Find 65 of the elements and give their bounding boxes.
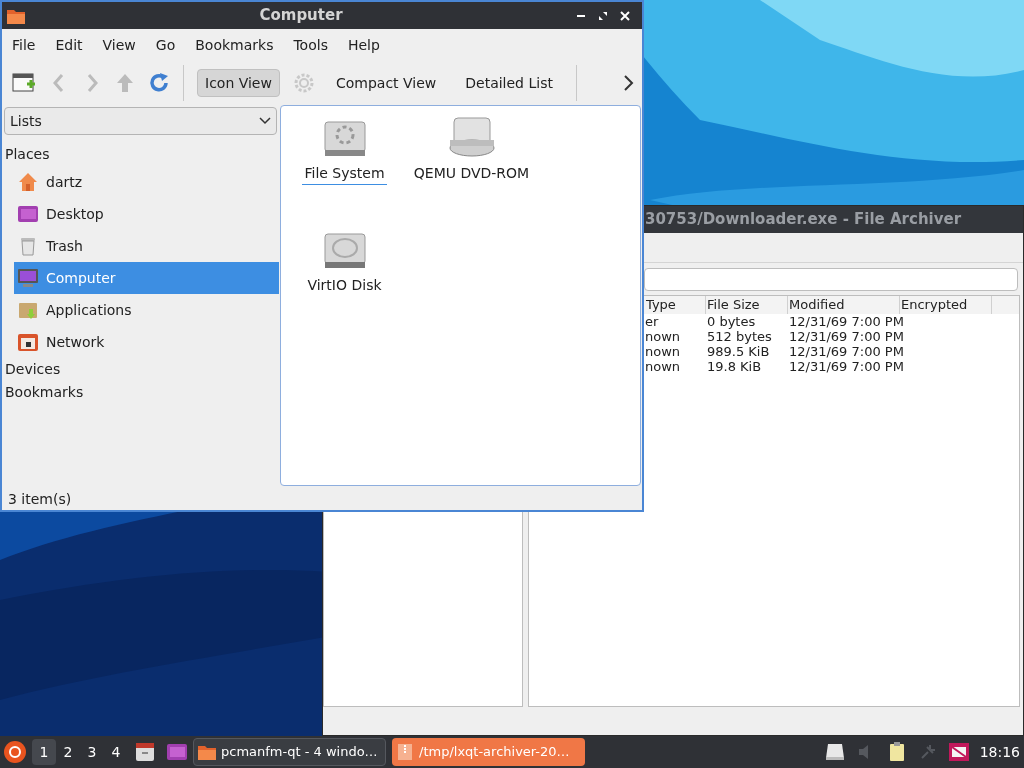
view-button[interactable]: Icon View bbox=[197, 69, 280, 97]
workspace-button[interactable]: 2 bbox=[56, 739, 80, 765]
table-cell: nown bbox=[645, 344, 681, 359]
sidebar-item[interactable]: dartz bbox=[14, 166, 279, 198]
column-header[interactable]: Modified bbox=[788, 296, 900, 314]
chevron-right-icon[interactable] bbox=[622, 74, 634, 92]
desktop-icon bbox=[17, 203, 39, 225]
optical-drive-icon bbox=[447, 116, 496, 160]
window-title: 30753/Downloader.exe - File Archiver bbox=[645, 209, 962, 231]
table-cell: 12/31/69 7:00 PM bbox=[789, 314, 904, 329]
status-text: 3 item(s) bbox=[8, 489, 72, 509]
clock[interactable]: 18:16 bbox=[979, 741, 1020, 763]
chevron-down-icon bbox=[259, 117, 271, 125]
archive-icon bbox=[395, 742, 415, 762]
drive-icon[interactable] bbox=[823, 742, 846, 762]
column-header[interactable]: Type bbox=[645, 296, 706, 314]
view-button[interactable]: Compact View bbox=[327, 69, 445, 97]
sidebar-item[interactable]: Network bbox=[14, 326, 279, 358]
task-button[interactable]: pcmanfm-qt - 4 windo… bbox=[193, 738, 386, 766]
new-window-icon[interactable] bbox=[12, 72, 36, 94]
close-icon[interactable] bbox=[620, 10, 630, 21]
house-icon bbox=[17, 171, 39, 193]
network-folder-icon bbox=[17, 331, 39, 353]
table-cell: nown bbox=[645, 329, 681, 344]
section-header[interactable]: Places bbox=[2, 143, 279, 166]
sidebar-item[interactable]: Desktop bbox=[14, 198, 279, 230]
menu-item[interactable]: Go bbox=[155, 34, 176, 56]
table-cell: nown bbox=[645, 359, 681, 374]
table-cell: 19.8 KiB bbox=[707, 359, 762, 374]
table-cell: 12/31/69 7:00 PM bbox=[789, 329, 904, 344]
monitor-icon bbox=[17, 267, 39, 289]
path-field[interactable] bbox=[644, 267, 1018, 291]
table-cell: 512 bytes bbox=[707, 329, 772, 344]
file-label[interactable]: QEMU DVD-ROM bbox=[411, 163, 532, 185]
menu-item[interactable]: Edit bbox=[55, 34, 83, 56]
section-header[interactable]: Devices bbox=[2, 358, 279, 381]
folder-icon bbox=[197, 743, 217, 761]
file-label[interactable]: VirtIO Disk bbox=[305, 275, 384, 297]
maximize-icon[interactable] bbox=[598, 10, 608, 21]
table-cell: 12/31/69 7:00 PM bbox=[789, 344, 904, 359]
section-header[interactable]: Bookmarks bbox=[2, 381, 279, 404]
view-button[interactable]: Detailed List bbox=[457, 69, 561, 97]
workspace-button[interactable]: 4 bbox=[104, 739, 128, 765]
menu-item[interactable]: View bbox=[102, 34, 136, 56]
column-header[interactable]: File Size bbox=[706, 296, 788, 314]
file-cabinet-icon[interactable] bbox=[134, 741, 156, 763]
table-cell: 0 bytes bbox=[707, 314, 756, 329]
table-cell: 989.5 KiB bbox=[707, 344, 770, 359]
menu-item[interactable]: Tools bbox=[293, 34, 328, 56]
workspace-button[interactable]: 1 bbox=[32, 739, 56, 765]
sidebar-item[interactable]: Applications bbox=[14, 294, 279, 326]
table-cell: 12/31/69 7:00 PM bbox=[789, 359, 904, 374]
menu-item[interactable]: Help bbox=[347, 34, 380, 56]
column-header[interactable]: Encrypted bbox=[900, 296, 992, 314]
start-menu-icon[interactable] bbox=[3, 740, 27, 764]
table-cell: er bbox=[645, 314, 659, 329]
reload-icon[interactable] bbox=[148, 72, 170, 94]
menu-item[interactable]: File bbox=[12, 34, 36, 56]
sidebar-item[interactable]: Trash bbox=[14, 230, 279, 262]
file-label[interactable]: File System bbox=[302, 163, 387, 185]
desktop-icon[interactable] bbox=[166, 741, 188, 763]
workspace-button[interactable]: 3 bbox=[80, 739, 104, 765]
window-title: Computer bbox=[258, 5, 344, 27]
menu-item[interactable]: Bookmarks bbox=[195, 34, 274, 56]
panel-selector[interactable]: Lists bbox=[4, 107, 277, 135]
